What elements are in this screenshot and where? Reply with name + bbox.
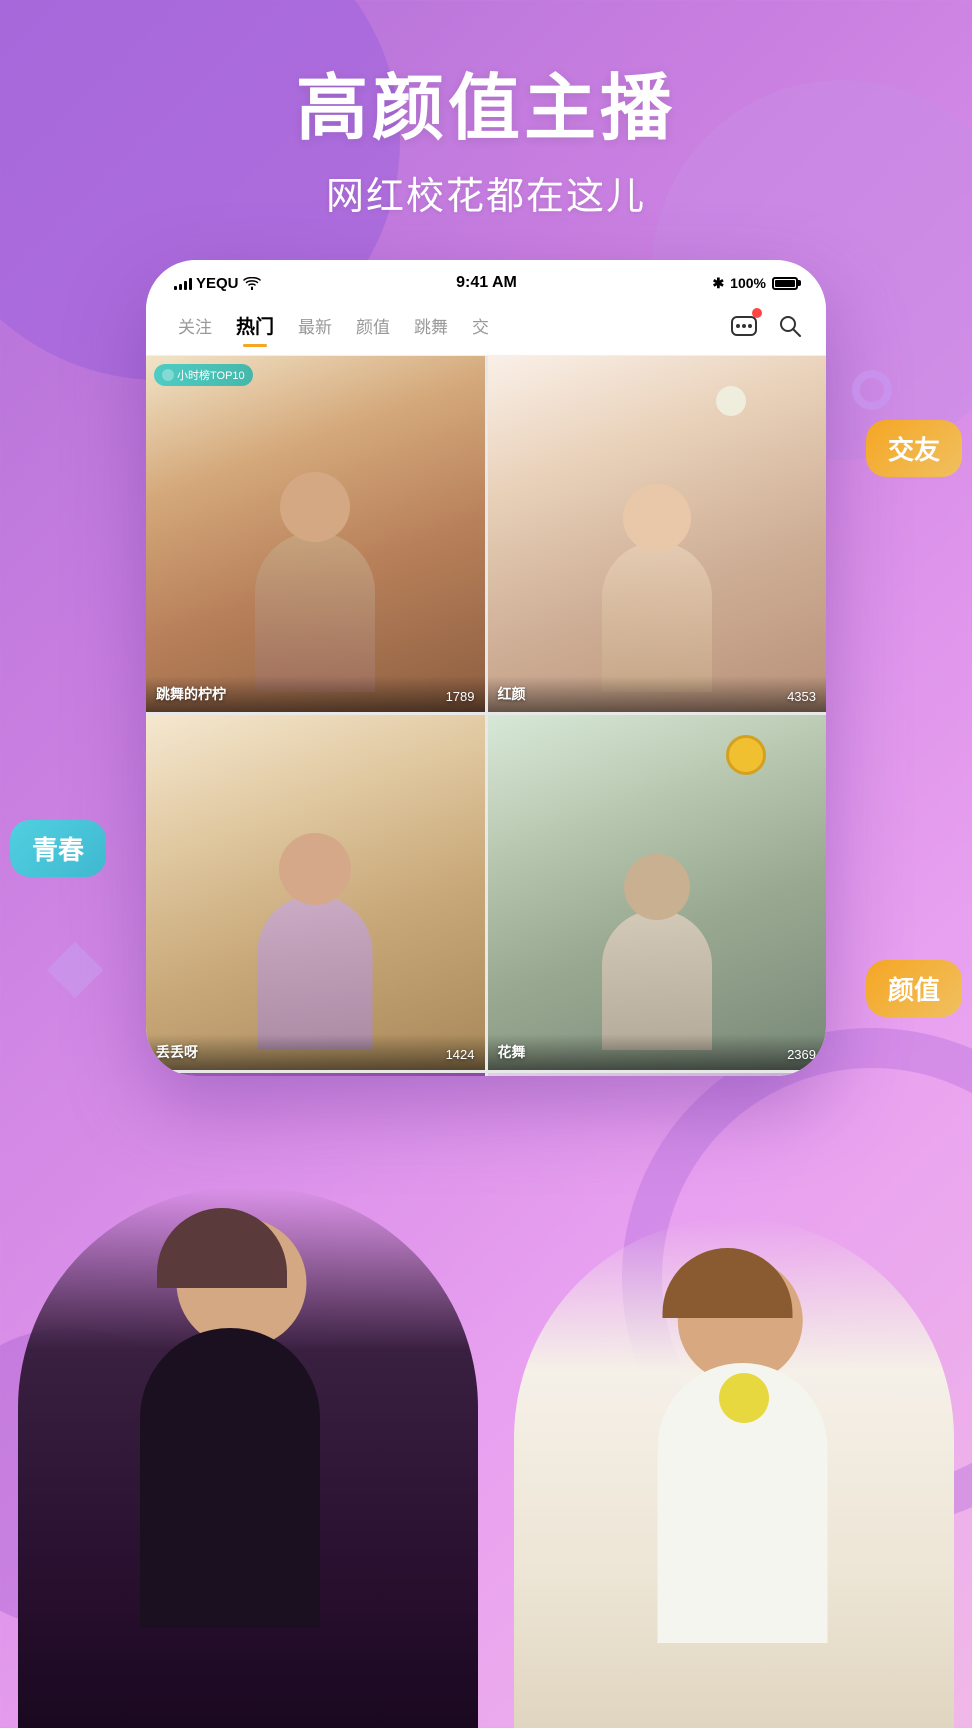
status-right: ✱ 100% [712, 275, 798, 292]
stream-thumbnail-2 [488, 356, 827, 711]
grid-item-1[interactable]: 小时榜TOP10 跳舞的柠柠 1789 [146, 356, 485, 711]
signal-bar-4 [189, 278, 192, 290]
stream-overlay-4: 花舞 2369 [488, 1034, 827, 1070]
header-section: 高颜值主播 网红校花都在这儿 [0, 0, 972, 250]
bg-decoration-circle-3 [622, 1028, 972, 1528]
stream-thumbnail-6 [488, 1073, 827, 1076]
stream-thumbnail-1 [146, 356, 485, 711]
tab-dance[interactable]: 跳舞 [402, 309, 460, 342]
nav-tabs: 关注 热门 最新 颜值 跳舞 交 [146, 300, 826, 356]
streamer-name-1: 跳舞的柠柠 [156, 684, 226, 704]
small-circle-decoration [852, 370, 892, 410]
viewer-count-3: 1424 [446, 1047, 475, 1062]
carrier-name: YEQU [196, 275, 239, 292]
tag-jiaoyou: 交友 [866, 420, 962, 477]
status-bar: YEQU 9:41 AM ✱ 100% [146, 260, 826, 300]
badge-text-1: 小时榜TOP10 [177, 367, 245, 383]
tab-hot[interactable]: 热门 [224, 308, 286, 343]
viewer-count-2: 4353 [787, 689, 816, 704]
sub-title: 网红校花都在这儿 [0, 165, 972, 220]
signal-bar-3 [184, 281, 187, 290]
bluetooth-icon: ✱ [712, 275, 724, 292]
top-badge-1: 小时榜TOP10 [154, 364, 253, 386]
tag-yanzhi: 颜值 [866, 960, 962, 1017]
grid-item-2[interactable]: 红颜 4353 [488, 356, 827, 711]
stream-thumbnail-5: 花 你 [146, 1073, 485, 1076]
tab-follow[interactable]: 关注 [166, 309, 224, 342]
phone-frame: YEQU 9:41 AM ✱ 100% 关注 [146, 260, 826, 1076]
signal-bar-1 [174, 286, 177, 290]
signal-bar-2 [179, 284, 182, 290]
status-time: 9:41 AM [456, 274, 517, 292]
battery-icon [772, 277, 798, 290]
nav-icons [728, 310, 806, 342]
stream-thumbnail-4 [488, 715, 827, 1070]
phone-mockup: YEQU 9:41 AM ✱ 100% 关注 [0, 260, 972, 1076]
grid-item-4[interactable]: 花舞 2369 [488, 715, 827, 1070]
signal-icon [174, 276, 192, 290]
tab-yanzhi[interactable]: 颜值 [344, 309, 402, 342]
chat-button[interactable] [728, 310, 760, 342]
tag-qingchun: 青春 [10, 820, 106, 877]
grid-item-6[interactable] [488, 1073, 827, 1076]
streamer-name-3: 丢丢呀 [156, 1042, 198, 1062]
battery-percent: 100% [730, 275, 766, 291]
stream-thumbnail-3 [146, 715, 485, 1070]
stream-overlay-2: 红颜 4353 [488, 676, 827, 712]
battery-fill [775, 280, 795, 287]
grid-item-5[interactable]: 花 你 花 [146, 1073, 485, 1076]
badge-icon [162, 369, 174, 381]
viewer-count-1: 1789 [446, 689, 475, 704]
tab-jiao[interactable]: 交 [460, 309, 501, 342]
stream-grid: 小时榜TOP10 跳舞的柠柠 1789 [146, 356, 826, 1076]
tab-latest[interactable]: 最新 [286, 309, 344, 342]
grid-item-3[interactable]: 丢丢呀 1424 [146, 715, 485, 1070]
main-title: 高颜值主播 [0, 70, 972, 149]
viewer-count-4: 2369 [787, 1047, 816, 1062]
wifi-icon [243, 277, 261, 290]
streamer-name-2: 红颜 [498, 684, 526, 704]
stream-overlay-3: 丢丢呀 1424 [146, 1034, 485, 1070]
streamer-name-4: 花舞 [498, 1042, 526, 1062]
chat-badge [752, 308, 762, 318]
phone-content: 小时榜TOP10 跳舞的柠柠 1789 [146, 356, 826, 1076]
status-left: YEQU [174, 275, 261, 292]
stream-overlay-1: 跳舞的柠柠 1789 [146, 676, 485, 712]
bg-decoration-circle-4 [0, 1328, 220, 1628]
search-button[interactable] [774, 310, 806, 342]
